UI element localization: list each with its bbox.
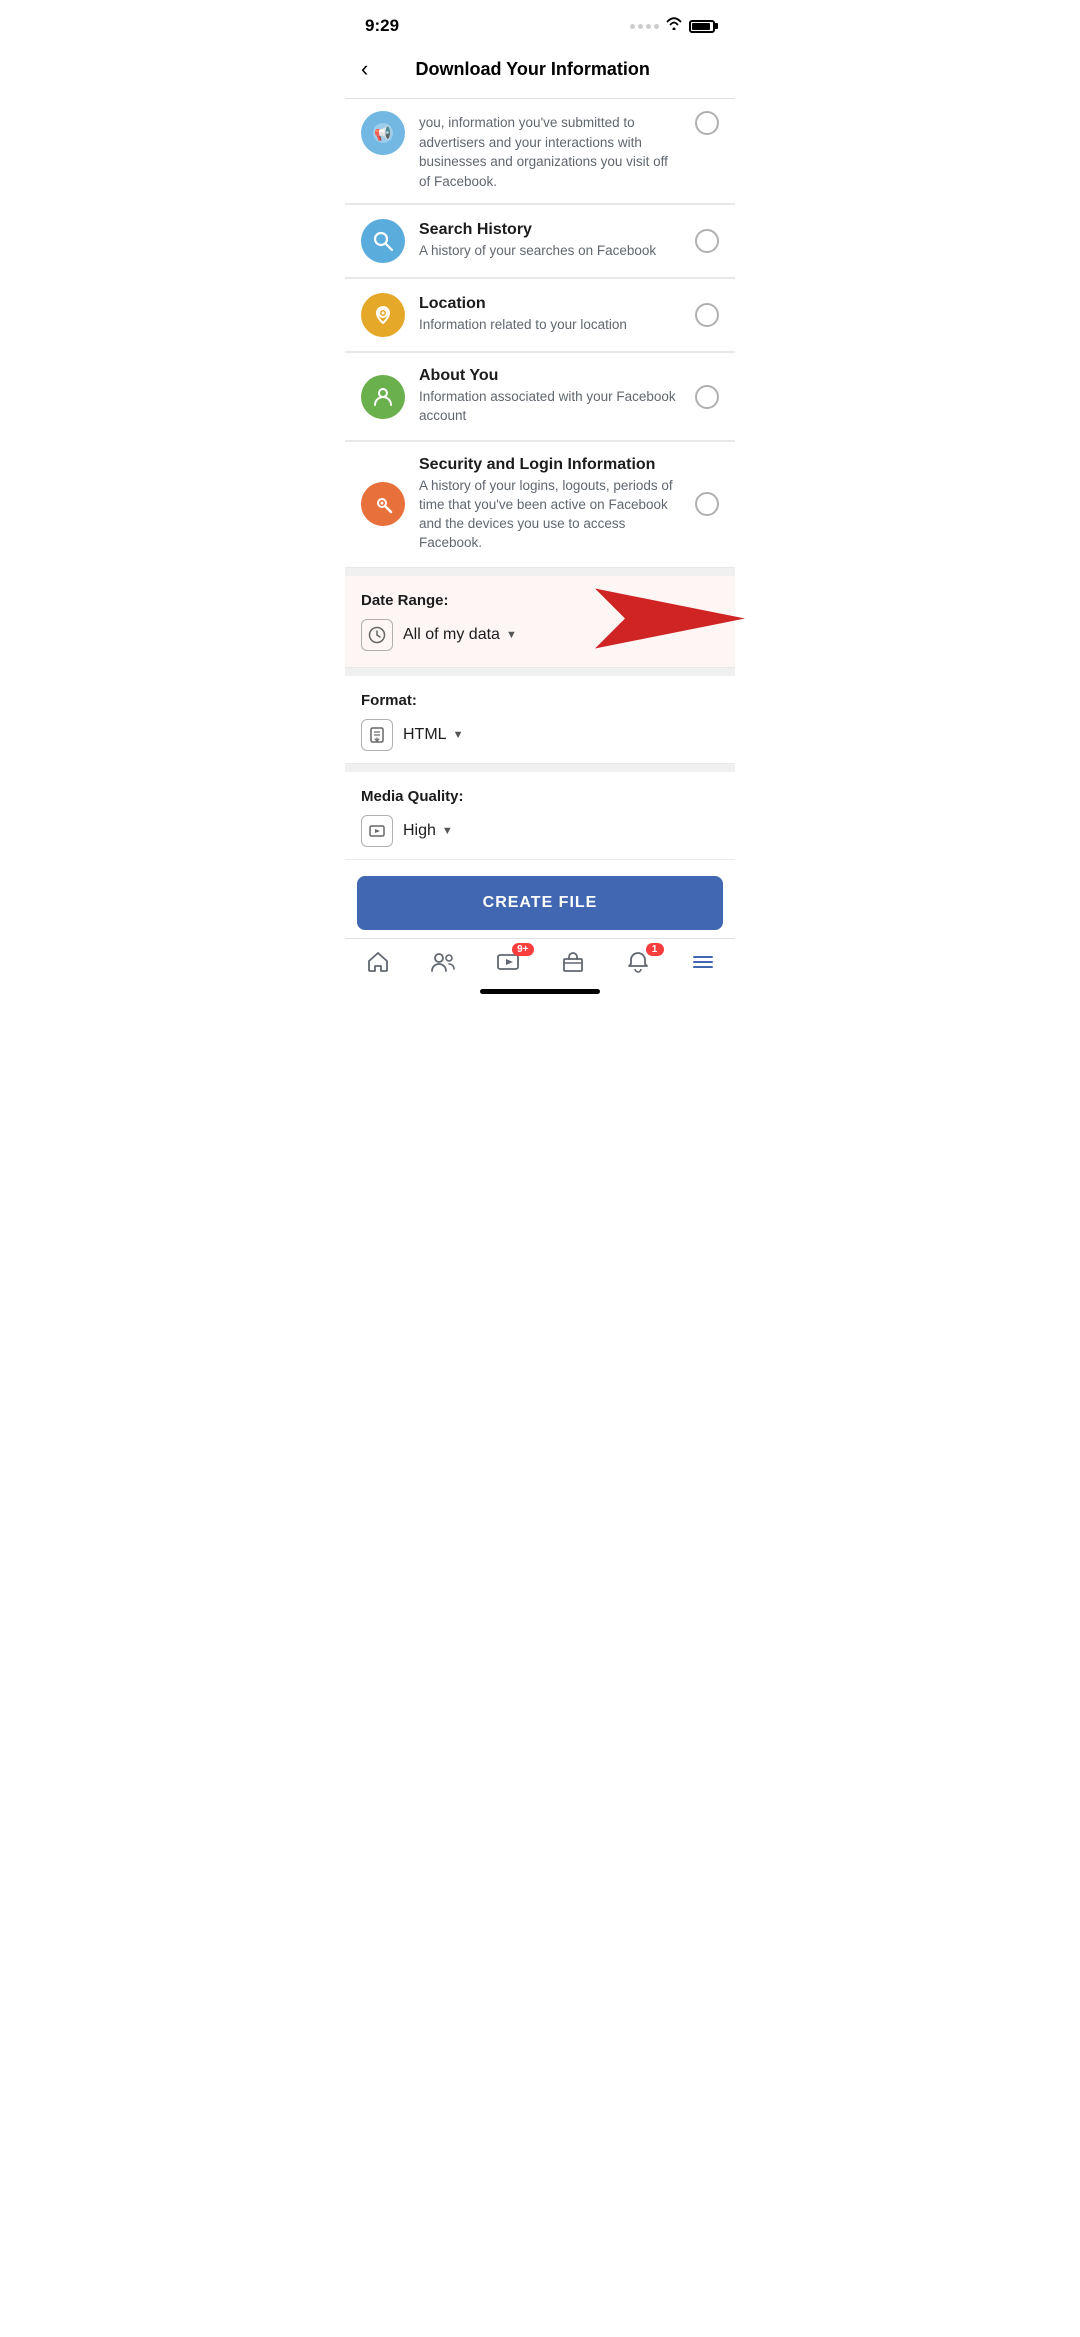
- date-range-value-row[interactable]: All of my data ▼: [361, 619, 719, 651]
- date-range-section: Date Range: All of my data ▼: [345, 576, 735, 668]
- page-header: ‹ Download Your Information: [345, 44, 735, 99]
- friends-icon: [430, 949, 456, 975]
- format-value[interactable]: HTML ▼: [403, 726, 463, 744]
- format-value-row[interactable]: HTML ▼: [361, 719, 719, 751]
- list-item-location: Location Information related to your loc…: [345, 279, 735, 352]
- status-time: 9:29: [365, 16, 399, 36]
- section-separator-3: [345, 764, 735, 772]
- status-icons: [630, 17, 715, 35]
- nav-home[interactable]: [356, 949, 400, 975]
- search-history-checkbox[interactable]: [695, 229, 719, 253]
- status-bar: 9:29: [345, 0, 735, 44]
- search-history-icon: [361, 219, 405, 263]
- security-login-icon: [361, 482, 405, 526]
- partial-list-item: 📢 you, information you've submitted to a…: [345, 99, 735, 204]
- nav-friends[interactable]: [421, 949, 465, 975]
- section-separator-2: [345, 668, 735, 676]
- about-you-title: About You: [419, 367, 681, 385]
- marketplace-icon: [560, 949, 586, 975]
- partial-item-description: you, information you've submitted to adv…: [419, 111, 681, 191]
- about-you-text: About You Information associated with yo…: [419, 367, 681, 426]
- partial-item-checkbox[interactable]: [695, 111, 719, 135]
- create-file-button[interactable]: CREATE FILE: [357, 876, 723, 930]
- wifi-icon: [665, 17, 683, 35]
- date-range-clock-icon: [361, 619, 393, 651]
- search-history-desc: A history of your searches on Facebook: [419, 242, 681, 261]
- partial-item-icon: 📢: [361, 111, 405, 155]
- back-button[interactable]: ‹: [361, 52, 376, 86]
- list-item-security-login: Security and Login Information A history…: [345, 442, 735, 568]
- list-item-search-history: Search History A history of your searche…: [345, 205, 735, 278]
- security-login-text: Security and Login Information A history…: [419, 456, 681, 553]
- media-quality-label: Media Quality:: [361, 788, 719, 805]
- format-dropdown-arrow: ▼: [453, 729, 464, 741]
- watch-badge: 9+: [512, 943, 533, 956]
- nav-menu[interactable]: [681, 949, 725, 975]
- svg-text:📢: 📢: [374, 125, 391, 142]
- media-quality-value-row[interactable]: High ▼: [361, 815, 719, 847]
- home-indicator: [345, 981, 735, 998]
- location-checkbox[interactable]: [695, 303, 719, 327]
- media-quality-section: Media Quality: High ▼: [345, 772, 735, 860]
- about-you-checkbox[interactable]: [695, 385, 719, 409]
- location-desc: Information related to your location: [419, 316, 681, 335]
- media-quality-icon: [361, 815, 393, 847]
- media-quality-dropdown-arrow: ▼: [442, 825, 453, 837]
- security-login-title: Security and Login Information: [419, 456, 681, 474]
- bottom-navigation: 9+ 1: [345, 938, 735, 981]
- format-icon: [361, 719, 393, 751]
- about-you-desc: Information associated with your Faceboo…: [419, 388, 681, 426]
- about-you-icon: [361, 375, 405, 419]
- media-quality-value[interactable]: High ▼: [403, 822, 453, 840]
- date-range-dropdown-arrow: ▼: [506, 629, 517, 641]
- menu-icon: [690, 949, 716, 975]
- format-label: Format:: [361, 692, 719, 709]
- nav-notifications[interactable]: 1: [616, 949, 660, 975]
- section-separator-1: [345, 568, 735, 576]
- location-icon: [361, 293, 405, 337]
- search-history-title: Search History: [419, 221, 681, 239]
- format-section: Format: HTML ▼: [345, 676, 735, 764]
- date-range-label: Date Range:: [361, 592, 719, 609]
- nav-marketplace[interactable]: [551, 949, 595, 975]
- signal-icon: [630, 24, 659, 29]
- battery-icon: [689, 20, 715, 33]
- home-bar: [480, 989, 600, 994]
- nav-watch[interactable]: 9+: [486, 949, 530, 975]
- search-history-text: Search History A history of your searche…: [419, 221, 681, 261]
- list-item-about-you: About You Information associated with yo…: [345, 353, 735, 441]
- location-title: Location: [419, 295, 681, 313]
- security-login-checkbox[interactable]: [695, 492, 719, 516]
- notifications-badge: 1: [646, 943, 664, 956]
- location-text: Location Information related to your loc…: [419, 295, 681, 335]
- security-login-desc: A history of your logins, logouts, perio…: [419, 477, 681, 553]
- date-range-value[interactable]: All of my data ▼: [403, 626, 517, 644]
- page-title: Download Your Information: [376, 59, 689, 80]
- home-icon: [365, 949, 391, 975]
